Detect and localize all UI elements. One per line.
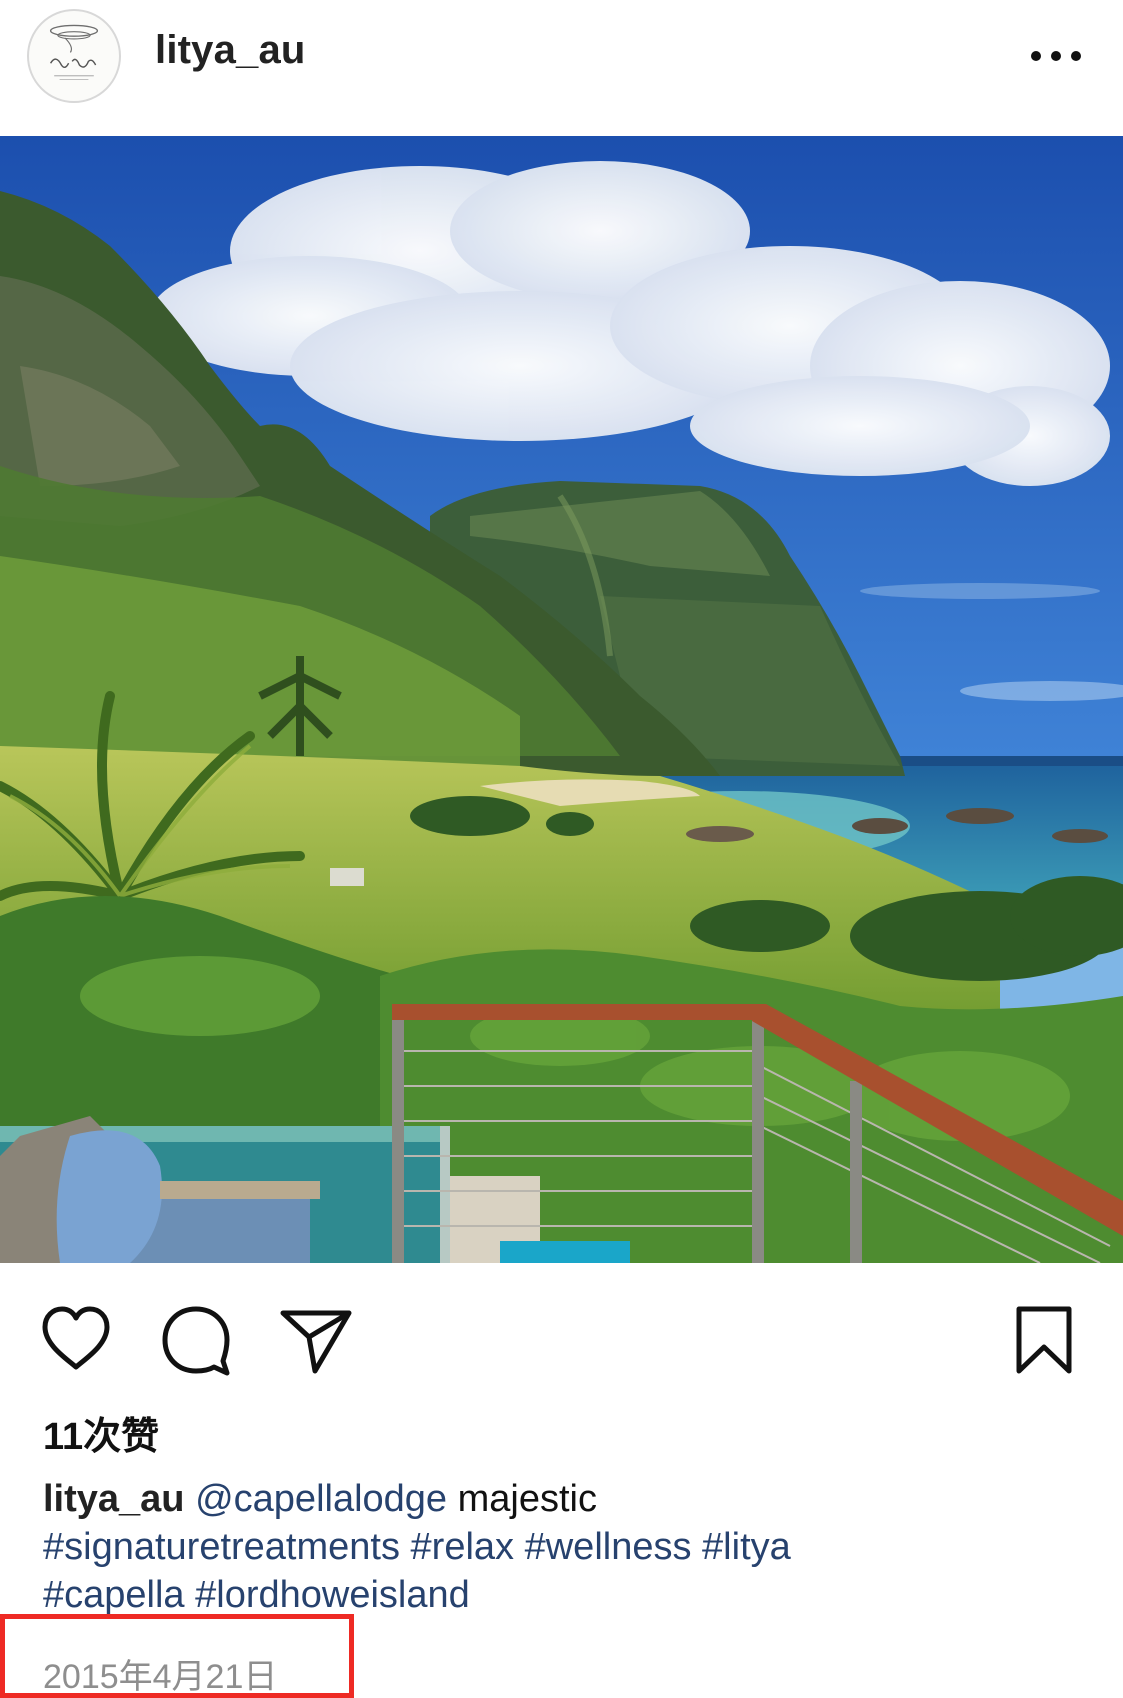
likes-count[interactable]: 11次赞 — [43, 1405, 159, 1460]
caption: litya_au @capellalodge majestic #signatu… — [43, 1475, 1093, 1619]
caption-username[interactable]: litya_au — [43, 1478, 185, 1520]
share-button[interactable] — [277, 1301, 355, 1379]
more-options-button[interactable] — [1026, 40, 1086, 72]
hashtag[interactable]: #litya — [702, 1526, 791, 1568]
hashtag[interactable]: #capella — [43, 1574, 185, 1616]
bookmark-icon — [1016, 1306, 1072, 1374]
heart-icon — [42, 1306, 110, 1370]
header-username[interactable]: litya_au — [155, 28, 306, 73]
caption-text: majestic — [447, 1478, 597, 1520]
paper-plane-icon — [280, 1310, 352, 1374]
hashtag[interactable]: #relax — [411, 1526, 515, 1568]
comment-button[interactable] — [157, 1301, 235, 1379]
post-date: 2015年4月21日 — [43, 1658, 278, 1696]
more-horizontal-icon — [1031, 51, 1081, 61]
post-date-highlight: 2015年4月21日 — [0, 1614, 354, 1698]
save-button[interactable] — [1005, 1301, 1083, 1379]
landscape-photo — [0, 136, 1123, 1263]
litya-logo-icon — [30, 12, 118, 100]
comment-bubble-icon — [162, 1306, 230, 1376]
action-bar — [0, 1263, 1123, 1403]
hashtag[interactable]: #signaturetreatments — [43, 1526, 400, 1568]
like-button[interactable] — [37, 1301, 115, 1379]
hashtag[interactable]: #wellness — [525, 1526, 692, 1568]
post-photo[interactable] — [0, 136, 1123, 1263]
avatar[interactable] — [27, 9, 121, 103]
post-header: litya_au — [0, 0, 1123, 136]
caption-mention[interactable]: @capellalodge — [195, 1478, 447, 1520]
hashtag[interactable]: #lordhoweisland — [195, 1574, 470, 1616]
